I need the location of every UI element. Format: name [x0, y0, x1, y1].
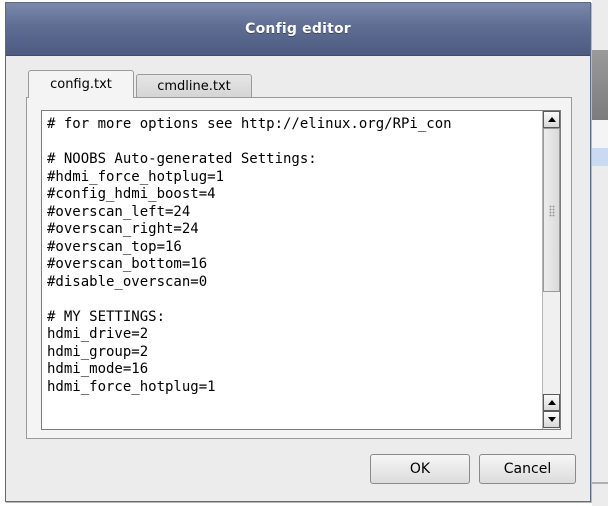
background-window-area [592, 120, 608, 148]
editor-line: hdmi_drive=2 [47, 326, 149, 342]
tab-config-txt[interactable]: config.txt [28, 70, 134, 98]
arrow-down-icon [547, 417, 556, 422]
dialog-titlebar[interactable]: Config editor [6, 3, 590, 56]
arrow-up-icon [547, 400, 556, 405]
editor-line: #overscan_top=16 [47, 238, 182, 255]
vertical-scrollbar[interactable] [542, 111, 560, 429]
scroll-up-button-lower[interactable] [543, 394, 560, 411]
arrow-up-icon [547, 117, 556, 122]
editor-line: hdmi_mode=16 [47, 361, 149, 377]
dialog-title: Config editor [245, 21, 351, 37]
editor-line: #disable_overscan=0 [47, 273, 208, 290]
tab-panel: # for more options see http://elinux.org… [26, 97, 572, 439]
screen: Config editor config.txt cmdline.txt # f… [0, 0, 608, 506]
ok-button[interactable]: OK [370, 454, 470, 484]
config-editor-dialog: Config editor config.txt cmdline.txt # f… [5, 2, 591, 502]
editor-line: #overscan_bottom=16 [47, 256, 208, 272]
editor-line: # MY SETTINGS: [47, 308, 166, 325]
scroll-up-button[interactable] [543, 111, 560, 128]
editor-line: #overscan_right=24 [47, 221, 199, 237]
tab-cmdline-txt[interactable]: cmdline.txt [136, 74, 252, 98]
editor-line: hdmi_group=2 [47, 343, 149, 360]
tab-bar: config.txt cmdline.txt [28, 70, 252, 98]
background-window-selection [592, 148, 608, 166]
cancel-button[interactable]: Cancel [479, 454, 576, 484]
scroll-down-button[interactable] [543, 411, 560, 428]
editor-line: #hdmi_force_hotplug=1 [47, 168, 225, 185]
grip-icon [549, 205, 555, 217]
editor-content[interactable]: # for more options see http://elinux.org… [47, 116, 537, 396]
background-window-toolbar [592, 50, 608, 120]
background-window-divider [592, 482, 608, 484]
editor-line: hdmi_force_hotplug=1 [47, 378, 216, 395]
editor-line: # NOOBS Auto-generated Settings: [47, 151, 317, 167]
config-text-editor[interactable]: # for more options see http://elinux.org… [41, 110, 561, 430]
editor-line: #overscan_left=24 [47, 203, 191, 220]
editor-line: #config_hdmi_boost=4 [47, 186, 216, 202]
scrollbar-thumb[interactable] [543, 128, 560, 292]
editor-line: # for more options see http://elinux.org… [47, 116, 452, 132]
